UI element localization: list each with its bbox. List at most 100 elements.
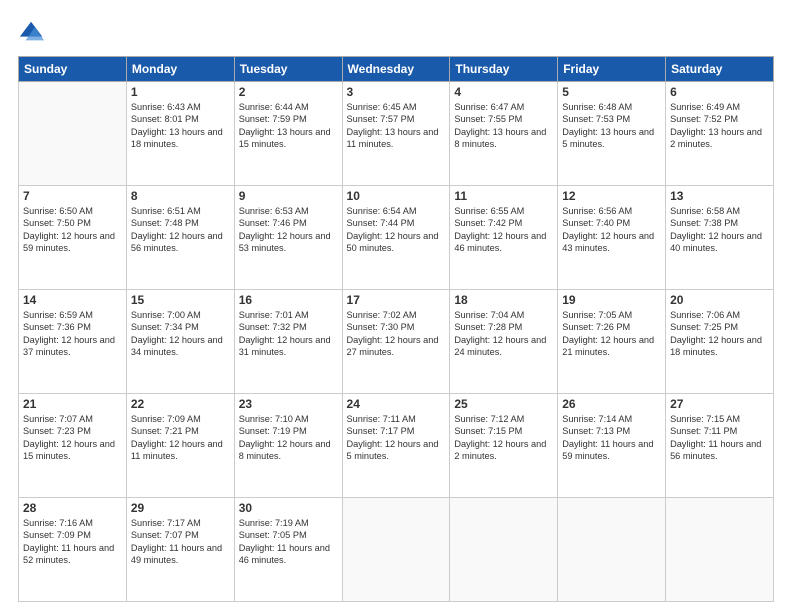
header: [18, 18, 774, 46]
calendar-cell: [558, 498, 666, 602]
calendar-cell: 15 Sunrise: 7:00 AM Sunset: 7:34 PM Dayl…: [126, 290, 234, 394]
day-number: 18: [454, 293, 553, 307]
cell-content: Sunrise: 6:55 AM Sunset: 7:42 PM Dayligh…: [454, 205, 553, 255]
weekday-header: Sunday: [19, 57, 127, 82]
calendar-cell: 29 Sunrise: 7:17 AM Sunset: 7:07 PM Dayl…: [126, 498, 234, 602]
weekday-header: Thursday: [450, 57, 558, 82]
calendar-cell: 10 Sunrise: 6:54 AM Sunset: 7:44 PM Dayl…: [342, 186, 450, 290]
day-number: 20: [670, 293, 769, 307]
cell-content: Sunrise: 7:09 AM Sunset: 7:21 PM Dayligh…: [131, 413, 230, 463]
day-number: 27: [670, 397, 769, 411]
day-number: 10: [347, 189, 446, 203]
calendar-cell: 2 Sunrise: 6:44 AM Sunset: 7:59 PM Dayli…: [234, 82, 342, 186]
calendar-cell: 27 Sunrise: 7:15 AM Sunset: 7:11 PM Dayl…: [666, 394, 774, 498]
cell-content: Sunrise: 7:14 AM Sunset: 7:13 PM Dayligh…: [562, 413, 661, 463]
cell-content: Sunrise: 7:19 AM Sunset: 7:05 PM Dayligh…: [239, 517, 338, 567]
cell-content: Sunrise: 6:59 AM Sunset: 7:36 PM Dayligh…: [23, 309, 122, 359]
day-number: 5: [562, 85, 661, 99]
day-number: 28: [23, 501, 122, 515]
day-number: 15: [131, 293, 230, 307]
calendar-week-row: 7 Sunrise: 6:50 AM Sunset: 7:50 PM Dayli…: [19, 186, 774, 290]
cell-content: Sunrise: 6:56 AM Sunset: 7:40 PM Dayligh…: [562, 205, 661, 255]
weekday-header: Saturday: [666, 57, 774, 82]
calendar-cell: 18 Sunrise: 7:04 AM Sunset: 7:28 PM Dayl…: [450, 290, 558, 394]
cell-content: Sunrise: 6:45 AM Sunset: 7:57 PM Dayligh…: [347, 101, 446, 151]
calendar-cell: 11 Sunrise: 6:55 AM Sunset: 7:42 PM Dayl…: [450, 186, 558, 290]
calendar-cell: 23 Sunrise: 7:10 AM Sunset: 7:19 PM Dayl…: [234, 394, 342, 498]
day-number: 26: [562, 397, 661, 411]
calendar-cell: 25 Sunrise: 7:12 AM Sunset: 7:15 PM Dayl…: [450, 394, 558, 498]
cell-content: Sunrise: 7:16 AM Sunset: 7:09 PM Dayligh…: [23, 517, 122, 567]
logo-icon: [18, 18, 46, 46]
cell-content: Sunrise: 6:50 AM Sunset: 7:50 PM Dayligh…: [23, 205, 122, 255]
calendar-cell: 30 Sunrise: 7:19 AM Sunset: 7:05 PM Dayl…: [234, 498, 342, 602]
day-number: 17: [347, 293, 446, 307]
calendar-cell: 12 Sunrise: 6:56 AM Sunset: 7:40 PM Dayl…: [558, 186, 666, 290]
weekday-header: Tuesday: [234, 57, 342, 82]
cell-content: Sunrise: 6:44 AM Sunset: 7:59 PM Dayligh…: [239, 101, 338, 151]
calendar-cell: 24 Sunrise: 7:11 AM Sunset: 7:17 PM Dayl…: [342, 394, 450, 498]
cell-content: Sunrise: 7:06 AM Sunset: 7:25 PM Dayligh…: [670, 309, 769, 359]
calendar-cell: 3 Sunrise: 6:45 AM Sunset: 7:57 PM Dayli…: [342, 82, 450, 186]
calendar-cell: 4 Sunrise: 6:47 AM Sunset: 7:55 PM Dayli…: [450, 82, 558, 186]
cell-content: Sunrise: 7:11 AM Sunset: 7:17 PM Dayligh…: [347, 413, 446, 463]
day-number: 23: [239, 397, 338, 411]
cell-content: Sunrise: 7:04 AM Sunset: 7:28 PM Dayligh…: [454, 309, 553, 359]
day-number: 12: [562, 189, 661, 203]
cell-content: Sunrise: 6:51 AM Sunset: 7:48 PM Dayligh…: [131, 205, 230, 255]
calendar-cell: [342, 498, 450, 602]
calendar-page: SundayMondayTuesdayWednesdayThursdayFrid…: [0, 0, 792, 612]
day-number: 29: [131, 501, 230, 515]
weekday-header: Friday: [558, 57, 666, 82]
day-number: 9: [239, 189, 338, 203]
weekday-header-row: SundayMondayTuesdayWednesdayThursdayFrid…: [19, 57, 774, 82]
calendar-cell: 19 Sunrise: 7:05 AM Sunset: 7:26 PM Dayl…: [558, 290, 666, 394]
calendar-cell: 9 Sunrise: 6:53 AM Sunset: 7:46 PM Dayli…: [234, 186, 342, 290]
day-number: 6: [670, 85, 769, 99]
calendar-cell: 28 Sunrise: 7:16 AM Sunset: 7:09 PM Dayl…: [19, 498, 127, 602]
cell-content: Sunrise: 7:05 AM Sunset: 7:26 PM Dayligh…: [562, 309, 661, 359]
weekday-header: Wednesday: [342, 57, 450, 82]
calendar-cell: 8 Sunrise: 6:51 AM Sunset: 7:48 PM Dayli…: [126, 186, 234, 290]
cell-content: Sunrise: 6:58 AM Sunset: 7:38 PM Dayligh…: [670, 205, 769, 255]
cell-content: Sunrise: 7:10 AM Sunset: 7:19 PM Dayligh…: [239, 413, 338, 463]
calendar-week-row: 21 Sunrise: 7:07 AM Sunset: 7:23 PM Dayl…: [19, 394, 774, 498]
cell-content: Sunrise: 7:02 AM Sunset: 7:30 PM Dayligh…: [347, 309, 446, 359]
day-number: 7: [23, 189, 122, 203]
day-number: 22: [131, 397, 230, 411]
calendar-week-row: 28 Sunrise: 7:16 AM Sunset: 7:09 PM Dayl…: [19, 498, 774, 602]
calendar-cell: [19, 82, 127, 186]
day-number: 30: [239, 501, 338, 515]
day-number: 24: [347, 397, 446, 411]
calendar-cell: [666, 498, 774, 602]
calendar-cell: 21 Sunrise: 7:07 AM Sunset: 7:23 PM Dayl…: [19, 394, 127, 498]
cell-content: Sunrise: 6:53 AM Sunset: 7:46 PM Dayligh…: [239, 205, 338, 255]
logo: [18, 18, 50, 46]
cell-content: Sunrise: 6:43 AM Sunset: 8:01 PM Dayligh…: [131, 101, 230, 151]
calendar-cell: 14 Sunrise: 6:59 AM Sunset: 7:36 PM Dayl…: [19, 290, 127, 394]
cell-content: Sunrise: 6:47 AM Sunset: 7:55 PM Dayligh…: [454, 101, 553, 151]
day-number: 14: [23, 293, 122, 307]
calendar-cell: 13 Sunrise: 6:58 AM Sunset: 7:38 PM Dayl…: [666, 186, 774, 290]
calendar-cell: 5 Sunrise: 6:48 AM Sunset: 7:53 PM Dayli…: [558, 82, 666, 186]
day-number: 21: [23, 397, 122, 411]
calendar-cell: 26 Sunrise: 7:14 AM Sunset: 7:13 PM Dayl…: [558, 394, 666, 498]
calendar-cell: 17 Sunrise: 7:02 AM Sunset: 7:30 PM Dayl…: [342, 290, 450, 394]
day-number: 19: [562, 293, 661, 307]
cell-content: Sunrise: 7:00 AM Sunset: 7:34 PM Dayligh…: [131, 309, 230, 359]
cell-content: Sunrise: 6:49 AM Sunset: 7:52 PM Dayligh…: [670, 101, 769, 151]
cell-content: Sunrise: 7:17 AM Sunset: 7:07 PM Dayligh…: [131, 517, 230, 567]
calendar-cell: [450, 498, 558, 602]
calendar-cell: 16 Sunrise: 7:01 AM Sunset: 7:32 PM Dayl…: [234, 290, 342, 394]
day-number: 13: [670, 189, 769, 203]
calendar-cell: 1 Sunrise: 6:43 AM Sunset: 8:01 PM Dayli…: [126, 82, 234, 186]
day-number: 2: [239, 85, 338, 99]
calendar-cell: 20 Sunrise: 7:06 AM Sunset: 7:25 PM Dayl…: [666, 290, 774, 394]
calendar-week-row: 1 Sunrise: 6:43 AM Sunset: 8:01 PM Dayli…: [19, 82, 774, 186]
cell-content: Sunrise: 7:07 AM Sunset: 7:23 PM Dayligh…: [23, 413, 122, 463]
day-number: 16: [239, 293, 338, 307]
day-number: 11: [454, 189, 553, 203]
day-number: 4: [454, 85, 553, 99]
cell-content: Sunrise: 7:01 AM Sunset: 7:32 PM Dayligh…: [239, 309, 338, 359]
cell-content: Sunrise: 7:15 AM Sunset: 7:11 PM Dayligh…: [670, 413, 769, 463]
